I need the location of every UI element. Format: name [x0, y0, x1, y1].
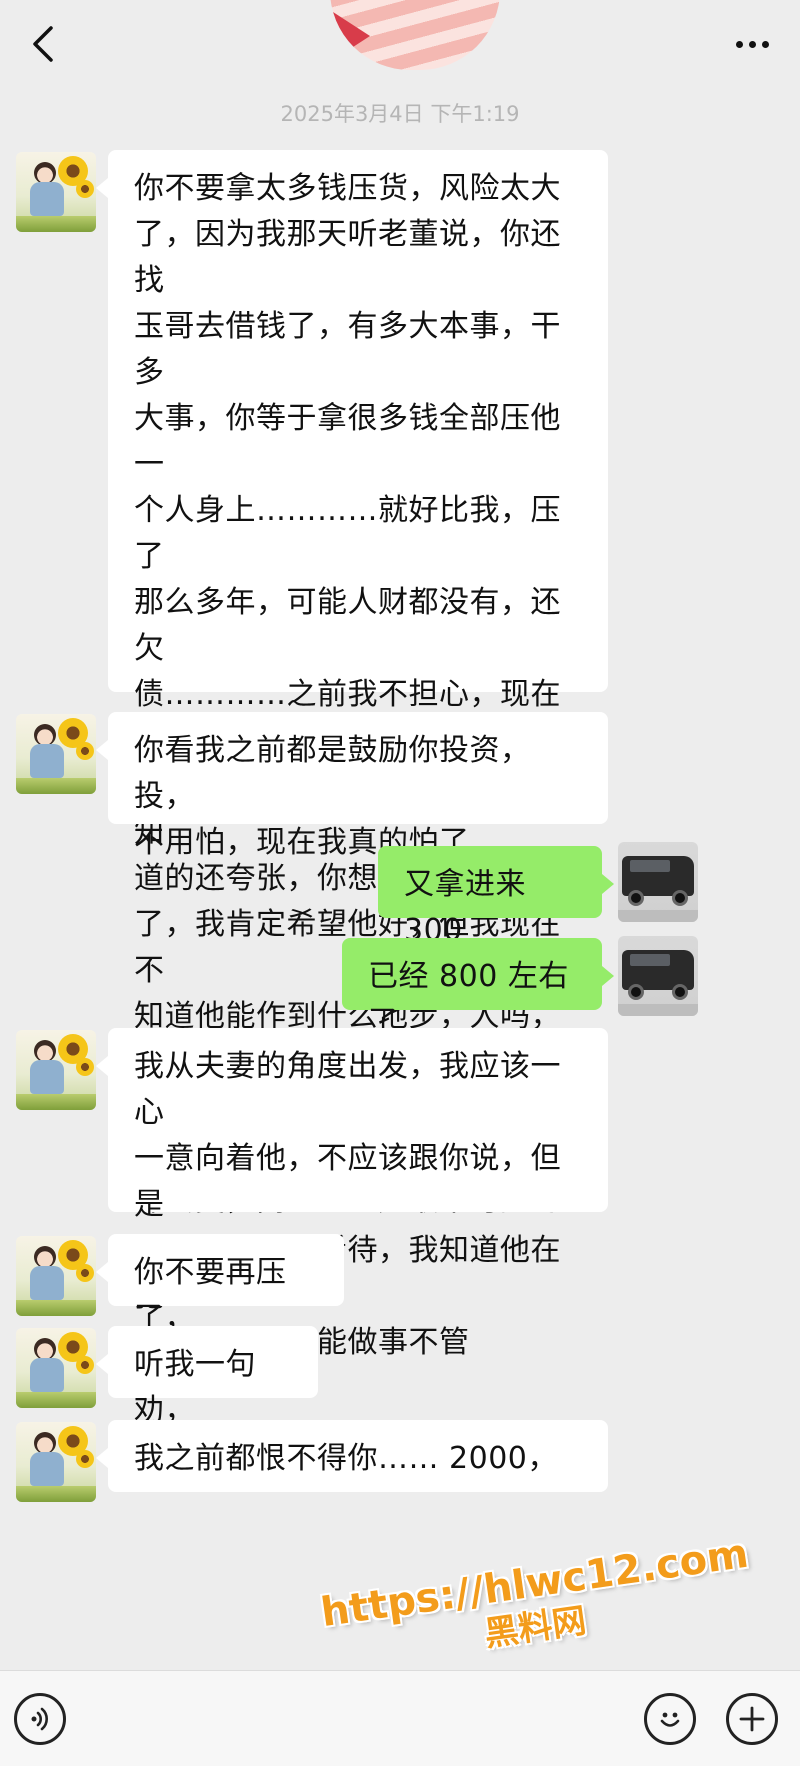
contact-avatar[interactable]: [16, 1422, 96, 1502]
more-dots-icon: [735, 40, 743, 48]
contact-avatar[interactable]: [16, 1030, 96, 1110]
plus-icon: [739, 1706, 765, 1732]
contact-avatar[interactable]: [16, 1328, 96, 1408]
chat-timestamp: 2025年3月4日 下午1:19: [280, 102, 520, 126]
more-functions-button[interactable]: [726, 1693, 778, 1745]
back-button[interactable]: [22, 20, 62, 68]
voice-input-button[interactable]: [14, 1693, 66, 1745]
my-avatar[interactable]: [618, 936, 698, 1016]
contact-avatar[interactable]: [16, 152, 96, 232]
message-bubble-incoming[interactable]: 听我一句劝，: [96, 1326, 318, 1428]
emoji-button[interactable]: [644, 1693, 696, 1745]
contact-avatar-top[interactable]: [330, 0, 500, 70]
message-bubble-incoming[interactable]: 你看我之前都是鼓励你投资，投， 不用怕，现在我真的怕了: [96, 712, 608, 860]
chevron-left-icon: [33, 26, 53, 62]
message-bubble-incoming[interactable]: 我之前都恨不得你…… 2000，: [96, 1420, 608, 1492]
voice-icon: [31, 1707, 48, 1731]
message-bubble-incoming[interactable]: 你不要拿太多钱压货，风险太大 了，因为我那天听老董说，你还找 玉哥去借钱了，有多…: [96, 150, 608, 1218]
message-bubble-incoming[interactable]: 你不要再压了，: [96, 1234, 344, 1336]
my-avatar[interactable]: [618, 842, 698, 922]
message-bubble-outgoing[interactable]: 又拿进来 300: [378, 846, 614, 948]
input-bar: [0, 1670, 800, 1766]
contact-avatar[interactable]: [16, 1236, 96, 1316]
message-bubble-incoming[interactable]: 我从夫妻的角度出发，我应该一心 一意向着他，不应该跟你说，但是 从事实，理性看待…: [96, 1028, 608, 1360]
contact-avatar[interactable]: [16, 714, 96, 794]
watermark: https://hlwc12.com 黑料网: [318, 1531, 751, 1677]
chat-header: 2025年3月4日 下午1:19: [0, 0, 800, 130]
emoji-icon: [660, 1712, 680, 1727]
more-options-button[interactable]: [722, 22, 782, 66]
message-bubble-outgoing[interactable]: 已经 800 左右了: [342, 938, 614, 1040]
